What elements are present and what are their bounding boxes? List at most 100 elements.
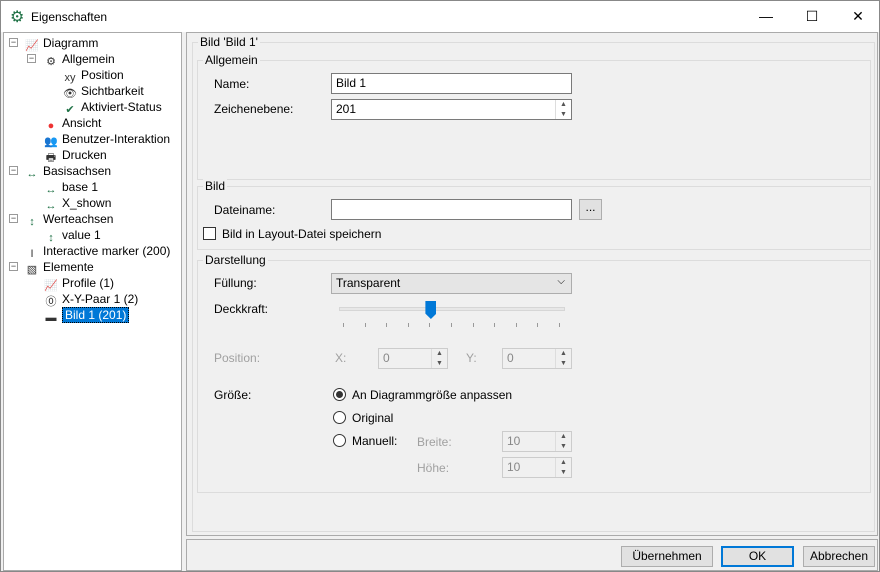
collapse-toggle[interactable]: − [9,262,18,271]
slider-thumb[interactable] [425,301,437,319]
title-bar: ⚙ Eigenschaften — ☐ ✕ [1,1,879,32]
tree-item[interactable]: xy Position [62,67,124,84]
tree-item[interactable]: ⚙ Allgemein [43,51,115,68]
collapse-toggle[interactable]: − [9,38,18,47]
tree-item[interactable]: 📈 Profile (1) [43,275,115,292]
save-in-layout-checkbox[interactable] [203,227,216,240]
properties-panel: Bild 'Bild 1' Allgemein Name: Bild 1 Zei… [186,32,878,536]
x-axis-icon: ↔ [26,168,38,180]
chevron-down-icon: ⌵ [557,276,565,287]
slider-tick [537,323,539,327]
tree-item[interactable]: ↔ X_shown [43,195,112,212]
width-value: 10 [507,434,521,448]
apply-button[interactable]: Übernehmen [621,546,713,567]
height-spinner: 10 ▲ ▼ [502,457,572,478]
fill-dropdown[interactable]: Transparent ⌵ [331,273,572,294]
collapse-toggle[interactable]: − [9,214,18,223]
cancel-button[interactable]: Abbrechen [803,546,875,567]
size-label: Größe: [214,388,252,402]
y-axis-icon: ↕ [29,216,35,228]
tree-item[interactable]: ↕ value 1 [43,227,100,244]
name-input[interactable]: Bild 1 [331,73,572,94]
ok-button[interactable]: OK [721,546,794,567]
spin-down-icon[interactable]: ▼ [556,110,571,120]
opacity-slider[interactable] [339,301,565,331]
slider-tick [559,323,560,327]
x-value: 0 [383,351,390,365]
layer-label: Zeichenebene: [214,102,294,116]
tree-item-label: Interactive marker (200) [43,244,171,258]
fill-label: Füllung: [214,276,257,290]
height-label: Höhe: [417,461,450,475]
minimize-button[interactable]: — [743,1,789,32]
file-group-title: Bild [203,179,228,193]
tree-item-label: Aktiviert-Status [81,100,162,114]
tree-item[interactable]: 🖶 Drucken [43,147,107,164]
slider-tick [407,323,409,327]
spin-up-icon[interactable]: ▲ [556,100,571,110]
layer-spinner[interactable]: 201 ▲ ▼ [331,99,572,120]
layer-value: 201 [336,102,357,116]
save-in-layout-label: Bild in Layout-Datei speichern [222,227,382,241]
slider-tick [515,323,517,327]
file-group: Bild Dateiname: ... Bild in Layout-Datei… [197,179,871,250]
slider-tick [386,323,388,327]
tree-item-label: base 1 [62,180,99,194]
x-spinner: 0 ▲ ▼ [378,348,448,369]
y-value: 0 [507,351,514,365]
size-fit-radio[interactable] [333,388,346,401]
slider-tick [494,323,496,327]
tree-item[interactable]: ↕ Werteachsen [24,211,113,228]
slider-track [339,307,565,311]
tree-item[interactable]: ▧ Elemente [24,259,94,276]
tree-item[interactable]: ✔ Aktiviert-Status [62,99,162,116]
chart-icon: 📈 [25,40,39,52]
tree-item-label: Profile (1) [62,276,115,290]
appearance-group: Darstellung Füllung: Transparent ⌵ Deckkr… [197,253,871,493]
window-title: Eigenschaften [31,10,108,24]
image-icon: ▬ [45,312,57,324]
collapse-toggle[interactable]: − [27,54,36,63]
properties-window: ⚙ Eigenschaften — ☐ ✕ − 📈 Diagramm − ⚙ Allgem… [0,0,880,572]
tree-item[interactable]: 📈 Diagramm [24,35,99,52]
filename-label: Dateiname: [214,203,276,217]
tree-item-label: Drucken [62,148,107,162]
tree-item[interactable]: ↔ base 1 [43,179,99,196]
tree-item[interactable]: ▬ Bild 1 (201) [43,307,130,324]
opacity-label: Deckkraft: [214,302,269,316]
tree-item[interactable]: 👥 Benutzer-Interaktion [43,131,170,148]
browse-button[interactable]: ... [579,199,602,220]
tree-item-label: Position [81,68,124,82]
slider-tick [451,323,452,327]
tree-item-label: Diagramm [43,36,99,50]
tree-item[interactable]: ↔ Basisachsen [24,163,112,180]
width-label: Breite: [417,435,452,449]
x-label: X: [335,351,347,365]
tree-item-label: Allgemein [62,52,115,66]
tree-item-label: X_shown [62,196,112,210]
tree-item[interactable]: I Interactive marker (200) [24,243,171,260]
y-label: Y: [466,351,477,365]
size-original-label: Original [352,411,394,425]
image-group-title: Bild 'Bild 1' [198,35,260,49]
filename-input[interactable] [331,199,572,220]
slider-tick [343,323,344,327]
collapse-toggle[interactable]: − [9,166,18,175]
close-button[interactable]: ✕ [835,1,880,32]
tree-item-label: Bild 1 (201) [62,307,130,323]
size-manual-radio[interactable] [333,434,346,447]
elements-icon: ▧ [26,264,38,276]
size-original-radio[interactable] [333,411,346,424]
tree-item-label: Sichtbarkeit [81,84,144,98]
y-spinner: 0 ▲ ▼ [502,348,572,369]
tree-item[interactable]: 👁 Sichtbarkeit [62,83,144,100]
tree-item[interactable]: ● Ansicht [43,115,102,132]
slider-tick [364,323,366,327]
maximize-button[interactable]: ☐ [789,1,835,32]
properties-tree[interactable]: − 📈 Diagramm − ⚙ Allgemein xy Position 👁 Sichtbar… [3,32,182,571]
tree-item[interactable]: ⓪ X-Y-Paar 1 (2) [43,291,139,308]
gear-icon: ⚙ [46,56,56,68]
slider-tick [472,323,474,327]
slider-tick [429,323,431,327]
tree-item-label: X-Y-Paar 1 (2) [62,292,139,306]
